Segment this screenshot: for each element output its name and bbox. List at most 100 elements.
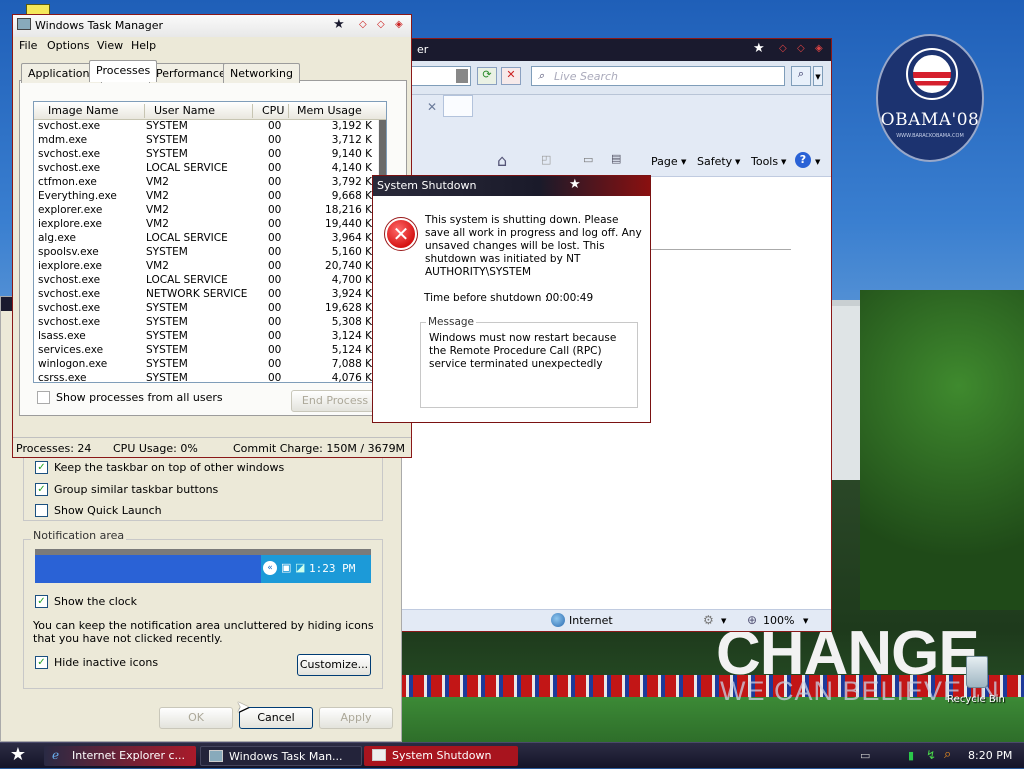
process-row[interactable]: services.exe SYSTEM 00 5,124 K <box>34 344 378 358</box>
print-icon[interactable]: ▤ <box>611 152 621 165</box>
column-mem-usage[interactable]: Mem Usage <box>297 104 362 117</box>
column-user-name[interactable]: User Name <box>154 104 215 117</box>
process-row[interactable]: ctfmon.exe VM2 00 3,792 K <box>34 176 378 190</box>
tools-menu[interactable]: Tools <box>751 155 778 168</box>
process-mem-usage: 5,160 K <box>331 246 372 258</box>
menu-help[interactable]: Help <box>131 39 156 52</box>
safely-remove-icon[interactable]: ↯ <box>926 748 936 762</box>
process-cpu: 00 <box>268 190 282 202</box>
customize-button[interactable]: Customize... <box>297 654 371 676</box>
maximize-icon[interactable]: ◇ <box>377 19 385 30</box>
process-row[interactable]: iexplore.exe VM2 00 19,440 K <box>34 218 378 232</box>
process-row[interactable]: lsass.exe SYSTEM 00 3,124 K <box>34 330 378 344</box>
apply-button[interactable]: Apply <box>319 707 393 729</box>
network-icon[interactable]: ▮ <box>908 749 914 762</box>
process-row[interactable]: svchost.exe LOCAL SERVICE 00 4,140 K <box>34 162 378 176</box>
page-menu[interactable]: Page <box>651 155 678 168</box>
menu-options[interactable]: Options <box>47 39 89 52</box>
process-row[interactable]: Everything.exe VM2 00 9,668 K <box>34 190 378 204</box>
task-manager-titlebar[interactable]: Windows Task Manager ★ ◇ ◇ ◈ <box>13 15 411 37</box>
process-mem-usage: 5,308 K <box>331 316 372 328</box>
ie-command-bar: ⌂ ◰ ▭ ▤ Page ▼ Safety ▼ Tools ▼ ? ▼ <box>401 147 831 177</box>
process-row[interactable]: svchost.exe LOCAL SERVICE 00 4,700 K <box>34 274 378 288</box>
process-list[interactable]: Image Name User Name CPU Mem Usage svcho… <box>33 101 387 383</box>
tab-close-icon[interactable]: ✕ <box>419 95 445 119</box>
process-row[interactable]: svchost.exe SYSTEM 00 3,192 K <box>34 120 378 134</box>
keep-on-top-checkbox[interactable]: ✓ <box>35 461 48 474</box>
process-image-name: svchost.exe <box>38 162 101 174</box>
tab-processes[interactable]: Processes <box>89 60 158 82</box>
menu-file[interactable]: File <box>19 39 37 52</box>
process-row[interactable]: svchost.exe SYSTEM 00 19,628 K <box>34 302 378 316</box>
tab-networking[interactable]: Networking <box>223 63 300 83</box>
task-system-shutdown[interactable]: System Shutdown <box>364 746 518 766</box>
group-buttons-option[interactable]: ✓ Group similar taskbar buttons <box>35 483 218 496</box>
safety-menu[interactable]: Safety <box>697 155 732 168</box>
protected-mode-icon[interactable]: ⚙ <box>703 613 714 627</box>
start-button[interactable]: ★ <box>6 744 30 766</box>
search-options-icon[interactable]: ▼ <box>813 66 823 86</box>
clock[interactable]: 8:20 PM <box>968 749 1012 762</box>
hide-inactive-checkbox[interactable]: ✓ <box>35 656 48 669</box>
column-image-name[interactable]: Image Name <box>48 104 118 117</box>
ok-button[interactable]: OK <box>159 707 233 729</box>
refresh-button[interactable]: ⟳ <box>477 67 497 85</box>
process-row[interactable]: iexplore.exe VM2 00 20,740 K <box>34 260 378 274</box>
keep-on-top-option[interactable]: ✓ Keep the taskbar on top of other windo… <box>35 461 284 474</box>
process-row[interactable]: mdm.exe SYSTEM 00 3,712 K <box>34 134 378 148</box>
stop-button[interactable]: ✕ <box>501 67 521 85</box>
task-internet-explorer[interactable]: ℯ Internet Explorer c... <box>44 746 196 766</box>
process-row[interactable]: svchost.exe NETWORK SERVICE 00 3,924 K <box>34 288 378 302</box>
feeds-icon[interactable]: ◰ <box>541 153 551 166</box>
end-process-button[interactable]: End Process <box>291 390 379 412</box>
process-cpu: 00 <box>268 358 282 370</box>
address-dropdown-icon[interactable] <box>456 69 468 83</box>
group-buttons-label: Group similar taskbar buttons <box>54 483 219 496</box>
keyboard-icon[interactable]: ▭ <box>860 749 870 762</box>
cancel-button[interactable]: Cancel <box>239 707 313 729</box>
search-icon[interactable]: ⌕ <box>944 747 951 762</box>
task-task-manager[interactable]: Windows Task Man... <box>200 746 362 766</box>
zoom-level[interactable]: 100% <box>763 614 794 627</box>
minimize-icon[interactable]: ◇ <box>359 19 367 30</box>
maximize-icon[interactable]: ◇ <box>797 43 805 54</box>
task-internet-explorer-label: Internet Explorer c... <box>72 749 186 762</box>
process-mem-usage: 3,192 K <box>331 120 372 132</box>
process-row[interactable]: svchost.exe SYSTEM 00 5,308 K <box>34 316 378 330</box>
task-manager-window: Windows Task Manager ★ ◇ ◇ ◈ File Option… <box>12 14 412 458</box>
process-row[interactable]: explorer.exe VM2 00 18,216 K <box>34 204 378 218</box>
minimize-icon[interactable]: ◇ <box>779 43 787 54</box>
ie-titlebar[interactable]: er ★ ◇ ◇ ◈ <box>401 39 831 61</box>
help-icon[interactable]: ? <box>795 152 811 168</box>
home-icon[interactable]: ⌂ <box>497 151 507 170</box>
address-input[interactable] <box>403 66 471 86</box>
print-preview-icon[interactable]: ▭ <box>583 153 593 166</box>
recycle-bin-icon[interactable] <box>966 656 988 688</box>
show-clock-checkbox[interactable]: ✓ <box>35 595 48 608</box>
quick-launch-checkbox[interactable] <box>35 504 48 517</box>
process-user-name: VM2 <box>146 260 169 272</box>
menu-view[interactable]: View <box>97 39 123 52</box>
process-cpu: 00 <box>268 148 282 160</box>
tab-performance[interactable]: Performance <box>149 63 233 83</box>
close-icon[interactable]: ◈ <box>815 43 823 54</box>
hide-inactive-option[interactable]: ✓ Hide inactive icons <box>35 656 158 669</box>
process-row[interactable]: alg.exe LOCAL SERVICE 00 3,964 K <box>34 232 378 246</box>
shutdown-titlebar[interactable]: System Shutdown ★ <box>373 176 650 196</box>
column-cpu[interactable]: CPU <box>262 104 284 117</box>
show-clock-option[interactable]: ✓ Show the clock <box>35 595 137 608</box>
process-row[interactable]: csrss.exe SYSTEM 00 4,076 K <box>34 372 378 382</box>
process-row[interactable]: spoolsv.exe SYSTEM 00 5,160 K <box>34 246 378 260</box>
quick-launch-option[interactable]: Show Quick Launch <box>35 504 162 517</box>
search-button[interactable]: ⌕ <box>791 66 811 86</box>
obama-logo-text: OBAMA'08 <box>880 110 980 130</box>
group-buttons-checkbox[interactable]: ✓ <box>35 483 48 496</box>
show-all-processes-option[interactable]: Show processes from all users <box>37 391 223 404</box>
hide-inactive-label: Hide inactive icons <box>54 656 159 669</box>
new-tab-button[interactable] <box>443 95 473 117</box>
process-row[interactable]: svchost.exe SYSTEM 00 9,140 K <box>34 148 378 162</box>
close-icon[interactable]: ◈ <box>395 19 403 30</box>
process-row[interactable]: winlogon.exe SYSTEM 00 7,088 K <box>34 358 378 372</box>
search-input[interactable]: ⌕ Live Search <box>531 66 785 86</box>
show-all-processes-checkbox[interactable] <box>37 391 50 404</box>
